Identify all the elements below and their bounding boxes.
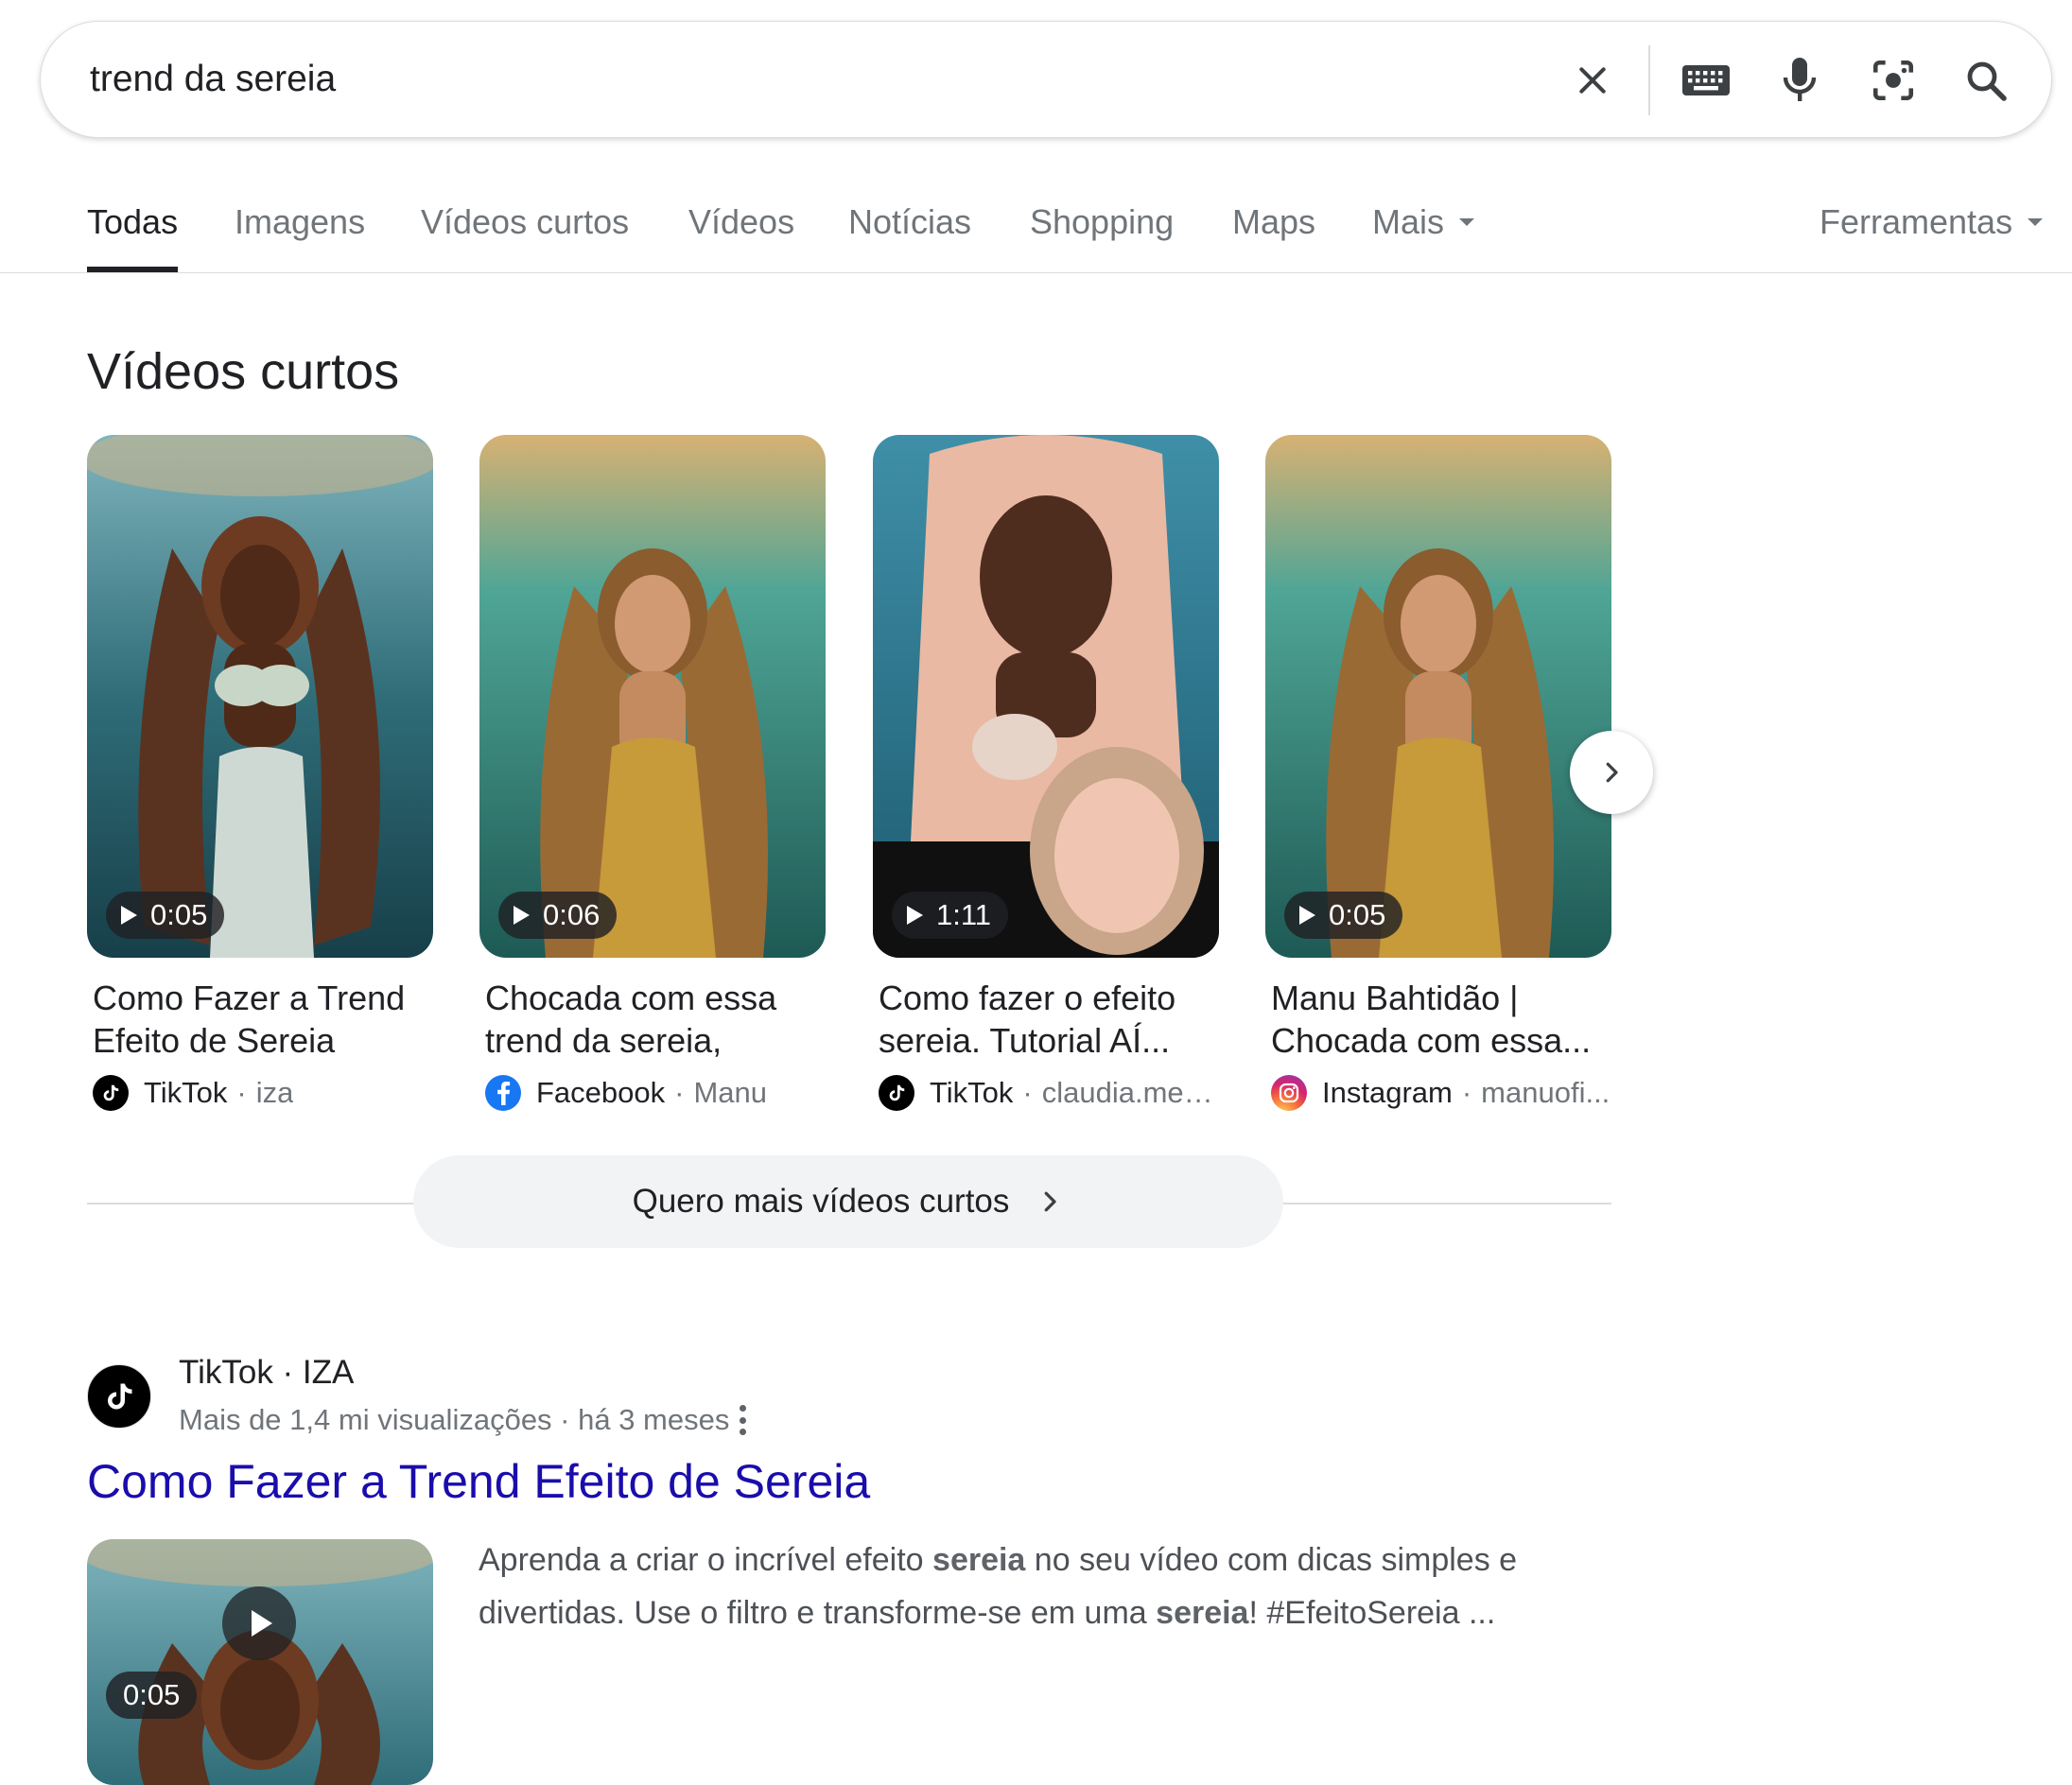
video-thumbnail[interactable]: 0:05 — [87, 435, 433, 958]
video-source: TikTok · iza — [93, 1075, 433, 1111]
tab-mais-label: Mais — [1372, 202, 1445, 241]
lens-icon[interactable] — [1864, 51, 1923, 110]
tab-imagens[interactable]: Imagens — [235, 202, 365, 272]
search-tabs: Todas Imagens Vídeos curtos Vídeos Notíc… — [0, 199, 2072, 273]
video-duration: 0:06 — [498, 892, 618, 939]
search-divider — [1648, 45, 1650, 115]
platform-name: TikTok — [930, 1076, 1014, 1109]
chevron-down-icon — [2028, 218, 2044, 227]
separator: · — [1461, 1076, 1472, 1109]
mermaid-thumbnail-image — [873, 435, 1219, 958]
separator: · — [1022, 1076, 1033, 1109]
video-title[interactable]: Chocada com essa trend da sereia, amei..… — [485, 977, 826, 1062]
tools-label: Ferramentas — [1820, 202, 2013, 241]
instagram-icon — [1271, 1075, 1307, 1111]
result-thumbnail[interactable]: 0:05 — [87, 1539, 433, 1785]
play-icon — [907, 906, 923, 925]
author-name: Manu — [693, 1076, 768, 1109]
video-duration: 1:11 — [892, 892, 1009, 939]
carousel-next-button[interactable] — [1570, 731, 1653, 814]
duration-text: 0:06 — [543, 898, 601, 931]
snippet-highlight: sereia — [932, 1542, 1026, 1578]
result-meta: Mais de 1,4 mi visualizações · há 3 mese… — [179, 1403, 730, 1436]
play-icon — [222, 1586, 296, 1660]
tiktok-icon — [879, 1075, 914, 1111]
tab-maps[interactable]: Maps — [1232, 202, 1315, 272]
keyboard-icon[interactable] — [1677, 51, 1735, 110]
duration-text: 0:05 — [150, 898, 208, 931]
tab-shopping[interactable]: Shopping — [1030, 202, 1174, 272]
mermaid-thumbnail-image — [87, 1539, 433, 1785]
tab-videos-curtos[interactable]: Vídeos curtos — [421, 202, 629, 272]
play-icon — [514, 906, 530, 925]
video-duration: 0:05 — [106, 892, 225, 939]
author-name: iza — [255, 1076, 294, 1109]
chevron-right-icon — [1045, 1191, 1057, 1212]
search-bar — [40, 21, 2052, 138]
result-title-link[interactable]: Como Fazer a Trend Efeito de Sereia — [87, 1454, 870, 1509]
more-options-icon[interactable] — [728, 1399, 757, 1441]
duration-text: 1:11 — [936, 898, 992, 931]
mermaid-thumbnail-image — [87, 435, 433, 958]
mermaid-thumbnail-image — [1265, 435, 1611, 958]
tab-noticias[interactable]: Notícias — [848, 202, 971, 272]
chevron-down-icon — [1459, 218, 1475, 227]
platform-name: TikTok — [144, 1076, 228, 1109]
facebook-icon — [485, 1075, 521, 1111]
tiktok-icon — [93, 1075, 129, 1111]
video-source: TikTok · claudia.mechi — [879, 1075, 1219, 1111]
separator: · — [674, 1076, 685, 1109]
video-source: Instagram · manuofi... — [1271, 1075, 1611, 1111]
video-card[interactable]: 0:06 Chocada com essa trend da sereia, a… — [479, 435, 826, 1111]
close-icon[interactable] — [1563, 51, 1622, 110]
video-title[interactable]: Manu Bahtidão | Chocada com essa... — [1271, 977, 1611, 1062]
video-duration: 0:05 — [1284, 892, 1403, 939]
more-short-videos-label: Quero mais vídeos curtos — [632, 1183, 1010, 1220]
separator: · — [236, 1076, 247, 1109]
video-thumbnail[interactable]: 0:05 — [1265, 435, 1611, 958]
duration-text: 0:05 — [1329, 898, 1386, 931]
search-input[interactable] — [88, 50, 1510, 109]
tab-mais[interactable]: Mais — [1372, 202, 1475, 272]
video-thumbnail[interactable]: 1:11 — [873, 435, 1219, 958]
tiktok-icon[interactable] — [87, 1364, 151, 1429]
snippet-highlight: sereia — [1156, 1595, 1249, 1631]
play-icon — [1299, 906, 1315, 925]
video-title[interactable]: Como fazer o efeito sereia. Tutorial AÍ.… — [879, 977, 1219, 1062]
more-short-videos-button[interactable]: Quero mais vídeos curtos — [413, 1155, 1283, 1248]
mermaid-thumbnail-image — [479, 435, 826, 958]
video-source: Facebook · Manu — [485, 1075, 826, 1111]
section-title: Vídeos curtos — [87, 343, 400, 400]
author-name: claudia.mechi — [1041, 1076, 1219, 1109]
microphone-icon[interactable] — [1770, 51, 1829, 110]
result-snippet: Aprenda a criar o incrível efeito sereia… — [479, 1534, 1613, 1639]
tab-videos[interactable]: Vídeos — [688, 202, 794, 272]
result-source[interactable]: TikTok · IZA — [179, 1354, 354, 1392]
video-card[interactable]: 0:05 Manu Bahtidão | Chocada com essa...… — [1265, 435, 1611, 1111]
video-title[interactable]: Como Fazer a Trend Efeito de Sereia — [93, 977, 433, 1062]
platform-name: Facebook — [536, 1076, 666, 1109]
video-thumbnail[interactable]: 0:06 — [479, 435, 826, 958]
tools-button[interactable]: Ferramentas — [1820, 202, 2044, 272]
video-duration: 0:05 — [106, 1672, 198, 1719]
author-name: manuofi... — [1481, 1076, 1611, 1109]
video-card[interactable]: 1:11 Como fazer o efeito sereia. Tutoria… — [873, 435, 1219, 1111]
play-icon — [121, 906, 137, 925]
chevron-right-icon — [1606, 762, 1618, 783]
platform-name: Instagram — [1322, 1076, 1453, 1109]
tab-todas[interactable]: Todas — [87, 202, 179, 272]
video-card[interactable]: 0:05 Como Fazer a Trend Efeito de Sereia… — [87, 435, 433, 1111]
snippet-text: Aprenda a criar o incrível efeito — [479, 1542, 933, 1578]
snippet-text: ! #EfeitoSereia ... — [1248, 1595, 1496, 1631]
search-icon[interactable] — [1957, 51, 2015, 110]
